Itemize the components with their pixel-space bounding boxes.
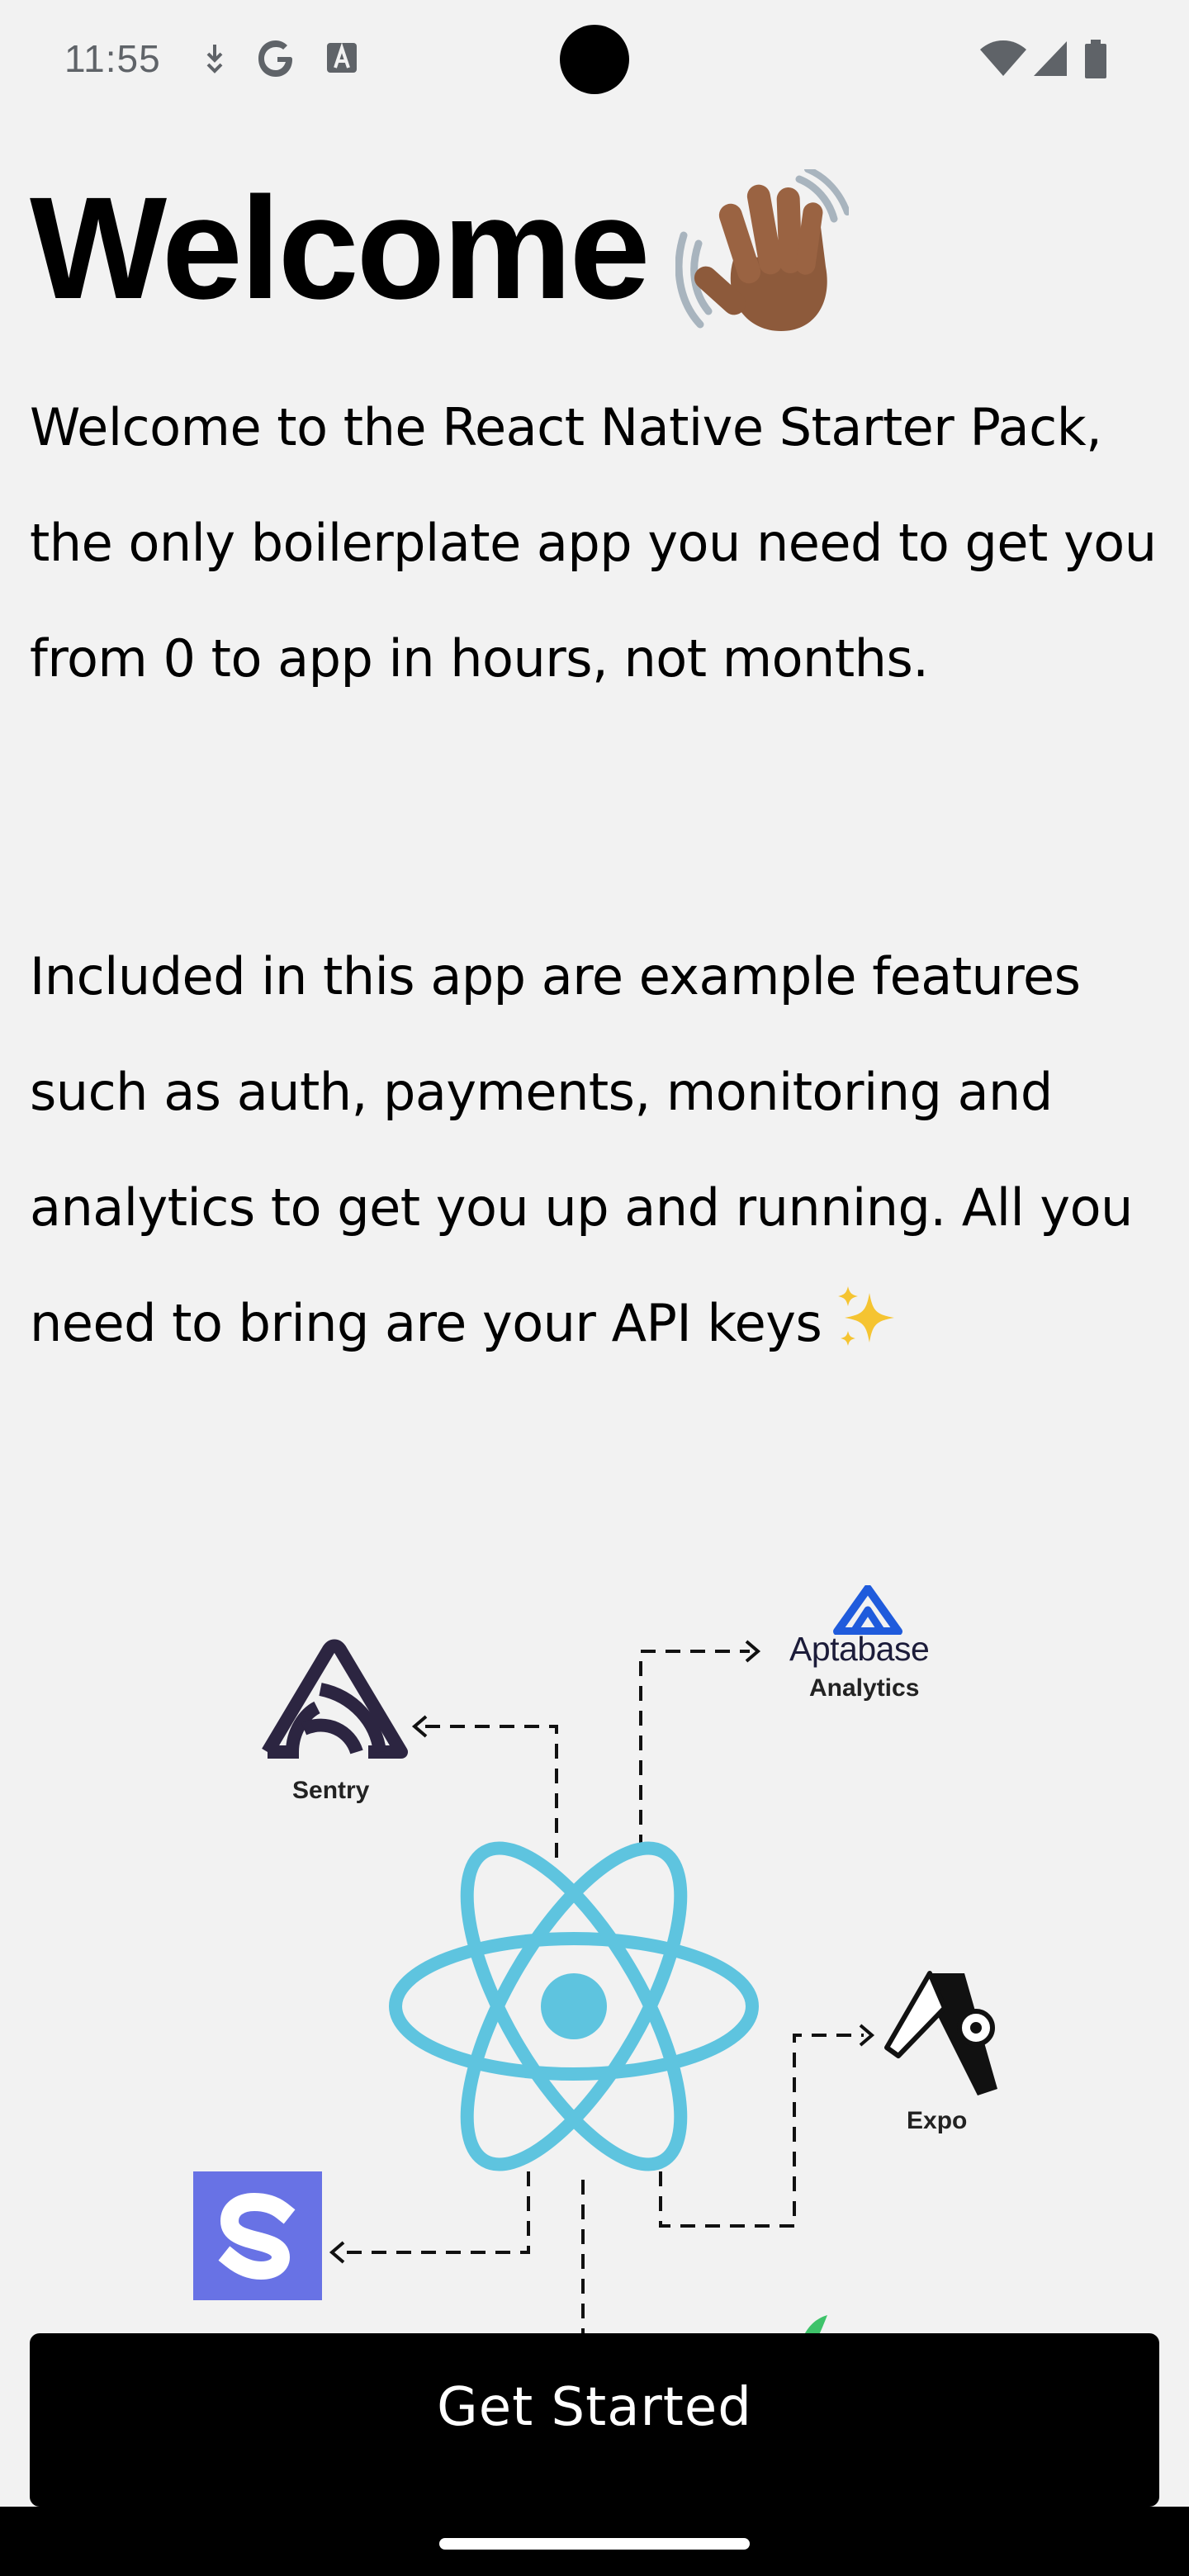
expo-label: Expo (907, 2107, 968, 2134)
integrations-diagram: Sentry Aptabase Analytics Expo (0, 1536, 1189, 2386)
aptabase-label: Aptabase (789, 1630, 930, 1668)
cellular-signal-icon (1034, 41, 1067, 76)
wifi-icon (980, 40, 1026, 76)
sentry-node: Sentry (256, 1638, 413, 1804)
aptabase-node: Aptabase Analytics (784, 1584, 958, 1716)
get-started-button[interactable]: Get Started (30, 2333, 1159, 2507)
sentry-label: Sentry (292, 1777, 370, 1804)
aptabase-logo-icon (833, 1585, 902, 1635)
features-text-body: Included in this app are example feature… (30, 946, 1133, 1353)
arrow-sentry (411, 1715, 428, 1738)
status-time: 11:55 (64, 37, 161, 80)
waving-hand-icon (675, 169, 849, 331)
features-text: Included in this app are example feature… (30, 919, 1169, 1381)
home-indicator[interactable] (439, 2538, 750, 2550)
google-icon (258, 40, 292, 77)
download-notification-icon (206, 45, 223, 73)
react-logo-icon (389, 1841, 759, 2171)
expo-node: Expo (875, 1968, 1007, 2134)
stripe-logo-icon (193, 2171, 322, 2300)
aptabase-sublabel: Analytics (809, 1674, 920, 1702)
intro-text: Welcome to the React Native Starter Pack… (30, 397, 1157, 689)
expo-logo-icon (884, 1971, 997, 2095)
sparkles-icon (838, 1286, 895, 1346)
arrow-stripe (329, 2241, 345, 2264)
page-title: Welcome (30, 168, 650, 329)
status-bar: 11:55 (0, 0, 1189, 120)
camera-cutout (560, 25, 629, 94)
battery-icon (1085, 40, 1106, 78)
font-a-icon (327, 42, 357, 73)
sentry-logo-icon (262, 1639, 408, 1759)
navigation-bar (0, 2507, 1189, 2576)
